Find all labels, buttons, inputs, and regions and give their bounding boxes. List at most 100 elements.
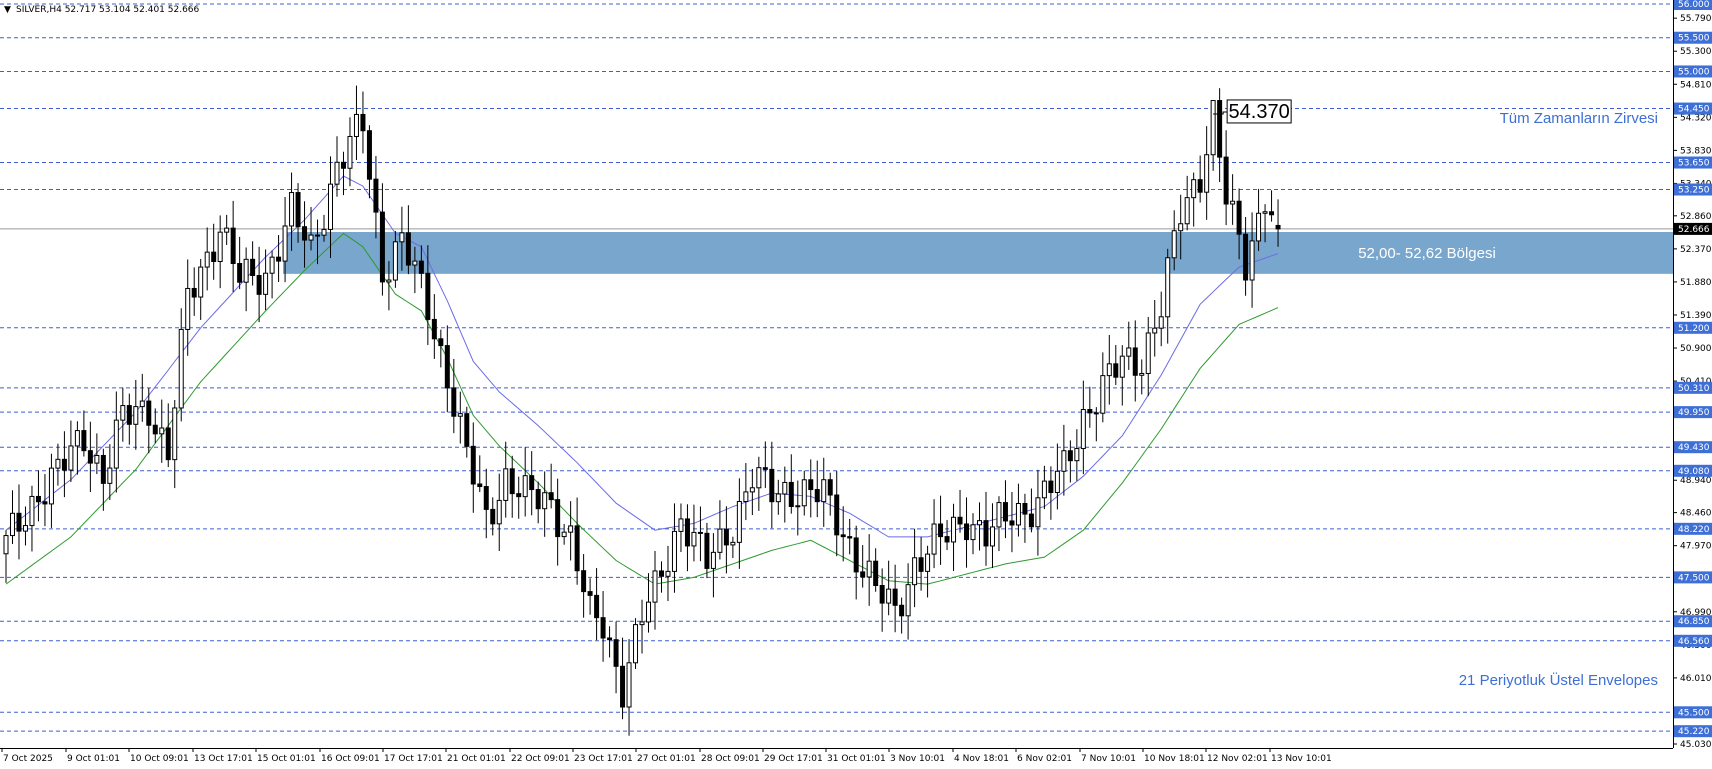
time-tick-label: 16 Oct 09:01 xyxy=(321,754,380,764)
time-tick-label: 29 Oct 17:01 xyxy=(764,754,823,764)
candle-body-bull xyxy=(68,445,74,471)
candle-body-bull xyxy=(977,520,982,526)
zone-label: 52,00- 52,62 Bölgesi xyxy=(1358,245,1496,262)
candle-body-bull xyxy=(503,468,509,501)
candle-body-bear xyxy=(1002,502,1008,522)
candle-body-bear xyxy=(1275,224,1281,230)
level-badge-label: 56.000 xyxy=(1678,0,1710,10)
level-badge-label: 55.500 xyxy=(1678,34,1710,44)
time-tick-label: 9 Oct 01:01 xyxy=(67,754,120,764)
time-tick-label: 13 Nov 10:01 xyxy=(1271,754,1332,764)
candle-body-bear xyxy=(516,493,522,498)
candle-body-bear xyxy=(620,665,626,708)
price-tick-label: 51.390 xyxy=(1680,311,1712,321)
candle-body-bull xyxy=(321,228,327,236)
candle-body-bull xyxy=(1139,372,1145,376)
candle-body-bear xyxy=(360,113,366,132)
candle-body-bull xyxy=(678,518,684,532)
candle-body-bull xyxy=(633,624,639,664)
candle-body-bear xyxy=(100,454,106,484)
candle-body-bull xyxy=(392,241,398,281)
chart-area[interactable]: 52,00- 52,62 Bölgesi Tüm Zamanların Zirv… xyxy=(0,0,1712,769)
candle-body-bull xyxy=(3,535,9,555)
level-badge-label: 46.560 xyxy=(1678,637,1710,647)
candle-body-bear xyxy=(769,468,775,503)
candle-body-bear xyxy=(438,338,444,347)
candle-body-bull xyxy=(107,467,113,484)
level-badge-label: 50.310 xyxy=(1678,384,1710,394)
price-tick-label: 46.010 xyxy=(1680,674,1712,684)
candle-body-bull xyxy=(821,479,827,503)
candle-body-bull xyxy=(1204,154,1210,193)
candle-body-bull xyxy=(1158,316,1164,329)
candle-body-bear xyxy=(366,130,372,180)
candle-body-bull xyxy=(178,328,184,409)
candle-body-bear xyxy=(600,617,606,639)
candle-body-bull xyxy=(386,279,392,283)
candle-body-bull xyxy=(1184,197,1190,225)
candle-body-bear xyxy=(697,531,703,534)
envelopes-annotation: 21 Periyotluk Üstel Envelopes xyxy=(1459,671,1658,689)
candle-body-bull xyxy=(795,505,801,508)
candle-body-bull xyxy=(1061,450,1067,472)
candle-body-bear xyxy=(957,516,963,525)
level-badge-label: 49.950 xyxy=(1678,408,1710,418)
candle-body-bull xyxy=(29,495,35,527)
time-tick-label: 28 Oct 09:01 xyxy=(701,754,760,764)
candle-body-bear xyxy=(152,424,158,435)
candle-body-bear xyxy=(1269,211,1275,216)
time-tick-label: 27 Oct 01:01 xyxy=(637,754,696,764)
level-badge-label: 53.250 xyxy=(1678,186,1710,196)
candle-body-bear xyxy=(723,528,729,546)
time-tick-label: 15 Oct 01:01 xyxy=(257,754,316,764)
candle-body-bear xyxy=(594,594,600,619)
level-badge-label: 49.080 xyxy=(1678,467,1710,477)
time-tick-label: 17 Oct 17:01 xyxy=(384,754,443,764)
candle-body-bull xyxy=(1256,212,1262,242)
candle-body-bull xyxy=(1145,332,1151,374)
candle-body-bull xyxy=(496,499,502,525)
candle-body-bear xyxy=(146,400,152,426)
candle-body-bull xyxy=(1230,200,1236,205)
price-tick-label: 52.370 xyxy=(1680,245,1712,255)
time-tick-label: 7 Nov 10:01 xyxy=(1081,754,1136,764)
candle-body-bull xyxy=(9,512,15,537)
current-price-label: 52.666 xyxy=(1678,225,1710,235)
price-tick-label: 45.030 xyxy=(1680,740,1712,750)
candle-body-bear xyxy=(535,489,541,510)
candle-body-bull xyxy=(1100,375,1106,414)
candle-body-bull xyxy=(48,467,54,505)
candle-body-bull xyxy=(951,516,957,543)
candle-body-bull xyxy=(775,493,781,503)
candle-body-bear xyxy=(1243,233,1249,281)
time-tick-label: 22 Oct 09:01 xyxy=(511,754,570,764)
candle-body-bear xyxy=(1197,179,1203,193)
candle-body-bear xyxy=(1217,100,1223,158)
candle-body-bull xyxy=(217,231,223,262)
ath-annotation: Tüm Zamanların Zirvesi xyxy=(1500,110,1658,127)
peak-callout-value: 54.370 xyxy=(1229,101,1290,123)
candle-body-bear xyxy=(581,570,587,593)
level-badge-label: 47.500 xyxy=(1678,573,1710,583)
time-tick-label: 4 Nov 18:01 xyxy=(954,754,1009,764)
candle-body-bear xyxy=(658,570,664,577)
candle-body-bull xyxy=(308,234,314,241)
candle-body-bull xyxy=(457,413,463,417)
candle-body-bear xyxy=(237,263,243,283)
candle-body-bull xyxy=(185,287,191,330)
candle-body-bear xyxy=(853,537,859,573)
candle-body-bear xyxy=(574,525,580,572)
candle-body-bull xyxy=(269,256,275,274)
candle-body-bear xyxy=(860,571,866,578)
candle-body-bear xyxy=(490,508,496,525)
candle-body-bull xyxy=(1171,230,1177,259)
candle-body-bull xyxy=(1015,502,1021,526)
candle-body-bull xyxy=(412,260,418,266)
time-tick-label: 3 Nov 10:01 xyxy=(890,754,945,764)
candle-body-bear xyxy=(87,450,93,464)
chart-header-marker[interactable]: ▼ xyxy=(4,5,11,15)
level-badge-label: 53.650 xyxy=(1678,159,1710,169)
candle-body-bull xyxy=(691,531,697,547)
candle-body-bull xyxy=(568,525,574,533)
candle-body-bear xyxy=(295,192,301,228)
